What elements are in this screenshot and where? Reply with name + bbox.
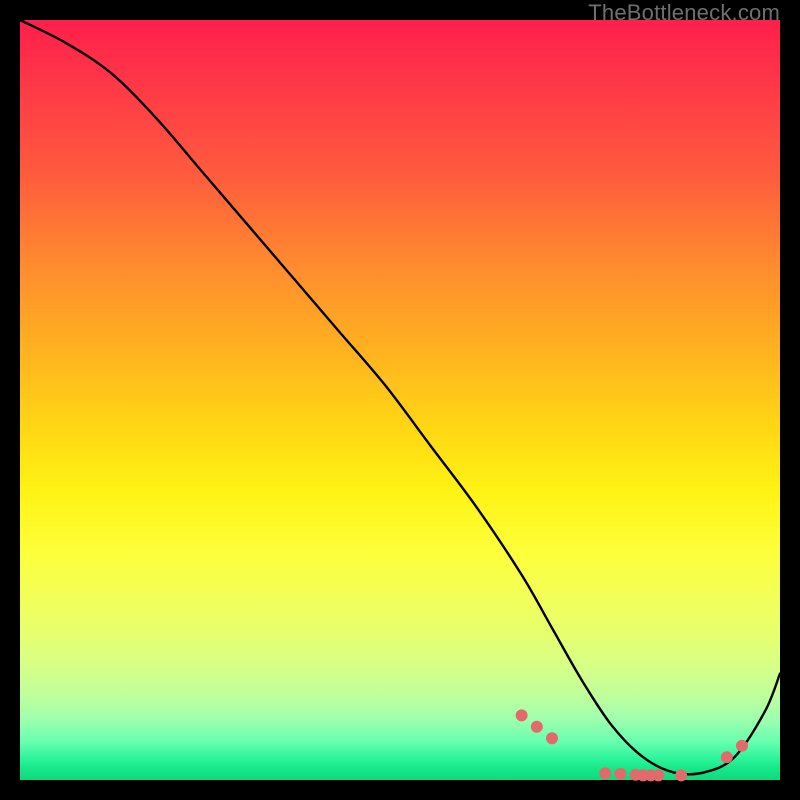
curve-marker [546, 732, 558, 744]
curve-marker [531, 721, 543, 733]
curve-marker [736, 740, 748, 752]
chart-frame [20, 20, 780, 780]
curve-marker [516, 709, 528, 721]
curve-marker [721, 751, 733, 763]
bottleneck-curve [20, 20, 780, 774]
curve-marker [614, 768, 626, 780]
curve-marker [599, 767, 611, 779]
curve-marker [675, 769, 687, 781]
chart-svg [20, 20, 780, 780]
curve-marker [652, 769, 664, 781]
